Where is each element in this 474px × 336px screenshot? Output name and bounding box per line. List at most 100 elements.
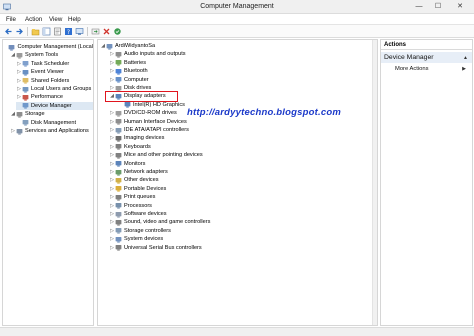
nav-tree-item[interactable]: ◢ Storage: [10, 110, 93, 118]
tree-item-label: Services and Applications: [25, 128, 89, 134]
maximize-button[interactable]: ☐: [429, 0, 447, 13]
device-tree-item[interactable]: ▷ Keyboards: [109, 143, 377, 151]
uninstall-icon[interactable]: [102, 27, 111, 36]
local-users-icon: [22, 86, 29, 93]
audio-icon: [115, 51, 122, 58]
computer-management-window: Computer Management — ☐ ✕ File Action Vi…: [0, 0, 474, 336]
tree-item-label: Universal Serial Bus controllers: [124, 244, 202, 251]
forward-arrow-icon[interactable]: [15, 27, 24, 36]
tree-item-label: Storage: [25, 111, 45, 118]
tree-item-label: Other devices: [124, 177, 159, 184]
network-icon: [115, 169, 122, 176]
tree-item-label: Task Scheduler: [31, 60, 70, 67]
back-arrow-icon[interactable]: [4, 27, 13, 36]
nav-tree-item[interactable]: Computer Management (Local: [4, 43, 93, 51]
nav-tree-item[interactable]: ▷ Performance: [16, 93, 93, 101]
tree-item-label: Network adapters: [124, 169, 168, 175]
device-tree-item[interactable]: ▷ Human Interface Devices: [109, 118, 377, 126]
nav-tree-item[interactable]: Disk Management: [16, 119, 93, 127]
device-tree-pane: ◢ ArdiWidyantoSa ▷ Audio inputs and outputs…: [97, 39, 378, 326]
collapse-arrow-icon[interactable]: ▲: [463, 55, 468, 61]
usb-icon: [115, 244, 122, 251]
vertical-scrollbar[interactable]: [372, 40, 377, 325]
window-title: Computer Management: [200, 3, 274, 10]
menu-action[interactable]: Action: [25, 16, 42, 23]
up-folder-icon[interactable]: [31, 27, 40, 36]
portable-device-icon: [115, 185, 122, 192]
nav-tree-item[interactable]: ▷ Local Users and Groups: [16, 85, 93, 93]
more-actions-link[interactable]: More Actions: [395, 66, 429, 72]
device-tree-item[interactable]: ▷ Network adapters: [109, 168, 377, 176]
tree-item-label: Computer Management (Local: [17, 44, 93, 50]
sound-icon: [115, 219, 122, 226]
device-tree-item[interactable]: ▷ Audio inputs and outputs: [109, 50, 377, 58]
device-tree-item[interactable]: ▷ Bluetooth: [109, 67, 377, 75]
device-tree-item[interactable]: ▷ Batteries: [109, 59, 377, 67]
nav-tree-item[interactable]: ▷ Shared Folders: [16, 77, 93, 85]
performance-icon: [22, 94, 29, 101]
tree-item-label: Disk Management: [31, 119, 77, 126]
device-tree-item[interactable]: ▷ Universal Serial Bus controllers: [109, 244, 377, 252]
actions-section-device-manager[interactable]: Device Manager ▲: [381, 52, 472, 63]
scan-hardware-icon[interactable]: [75, 27, 84, 36]
tree-item-label: Print queues: [124, 194, 156, 201]
tree-item-label: Sound, video and game controllers: [124, 219, 211, 226]
update-driver-icon[interactable]: [91, 27, 100, 36]
device-tree-item[interactable]: ▷ System devices: [109, 235, 377, 243]
enable-device-icon[interactable]: [113, 27, 122, 36]
properties-icon[interactable]: [53, 27, 62, 36]
tree-item-label: Batteries: [124, 59, 147, 66]
show-hide-tree-icon[interactable]: [42, 27, 51, 36]
menu-view[interactable]: View: [49, 16, 62, 23]
computer-icon: [106, 43, 113, 50]
display-adapters-highlight: [105, 91, 178, 102]
tree-item-label: Bluetooth: [124, 68, 148, 75]
device-tree-item[interactable]: ▷ Sound, video and game controllers: [109, 218, 377, 226]
device-tree-item[interactable]: ▷ Imaging devices: [109, 134, 377, 142]
task-scheduler-icon: [22, 60, 29, 67]
device-tree-item[interactable]: ▷ Software devices: [109, 210, 377, 218]
tree-item-label: Audio inputs and outputs: [124, 51, 186, 58]
tree-item-label: Computer: [124, 76, 149, 83]
display-adapter-icon: [124, 101, 131, 108]
submenu-arrow-icon: ▶: [462, 66, 466, 72]
device-tree-item[interactable]: ▷ Monitors: [109, 160, 377, 168]
tree-item-label: Keyboards: [124, 143, 151, 150]
minimize-button[interactable]: —: [410, 0, 428, 13]
device-tree-item[interactable]: ▷ Portable Devices: [109, 185, 377, 193]
toolbar-separator: [27, 27, 28, 36]
device-tree-item[interactable]: ▷ Storage controllers: [109, 227, 377, 235]
printer-icon: [115, 194, 122, 201]
menu-help[interactable]: Help: [68, 16, 81, 23]
device-tree-item[interactable]: ◢ ArdiWidyantoSa: [100, 42, 377, 50]
nav-tree-item[interactable]: Device Manager: [16, 101, 93, 110]
tree-item-label: Software devices: [124, 211, 167, 217]
tree-item-label: Human Interface Devices: [124, 118, 187, 125]
device-tree-item[interactable]: ▷ Mice and other pointing devices: [109, 151, 377, 159]
device-tree-item[interactable]: ▷ Print queues: [109, 193, 377, 201]
menu-file[interactable]: File: [6, 16, 16, 23]
device-tree-item[interactable]: ▷ Processors: [109, 202, 377, 210]
toolbar: ?: [0, 25, 474, 38]
device-tree-item[interactable]: ▷ IDE ATA/ATAPI controllers: [109, 126, 377, 134]
nav-tree-item[interactable]: ◢ System Tools: [10, 51, 93, 59]
ide-icon: [115, 127, 122, 134]
nav-tree-item[interactable]: ▷ Task Scheduler: [16, 60, 93, 68]
close-button[interactable]: ✕: [448, 0, 472, 13]
nav-tree-item[interactable]: ▷ Services and Applications: [10, 127, 93, 135]
toolbar-separator: [87, 27, 88, 36]
tree-item-label: IDE ATA/ATAPI controllers: [124, 127, 189, 133]
processor-icon: [115, 202, 122, 209]
help-icon[interactable]: ?: [64, 27, 73, 36]
tree-item-label: ArdiWidyantoSa: [115, 43, 156, 49]
tree-item-label: Performance: [31, 94, 64, 101]
keyboard-icon: [115, 143, 122, 150]
status-bar: [0, 327, 474, 336]
device-tree-item[interactable]: ▷ Computer: [109, 76, 377, 84]
system-tools-icon: [16, 52, 23, 59]
device-tree-item[interactable]: ▷ Other devices: [109, 176, 377, 184]
hid-icon: [115, 118, 122, 125]
software-device-icon: [115, 211, 122, 218]
nav-tree-item[interactable]: ▷ Event Viewer: [16, 68, 93, 76]
actions-section-label: Device Manager: [384, 54, 434, 61]
